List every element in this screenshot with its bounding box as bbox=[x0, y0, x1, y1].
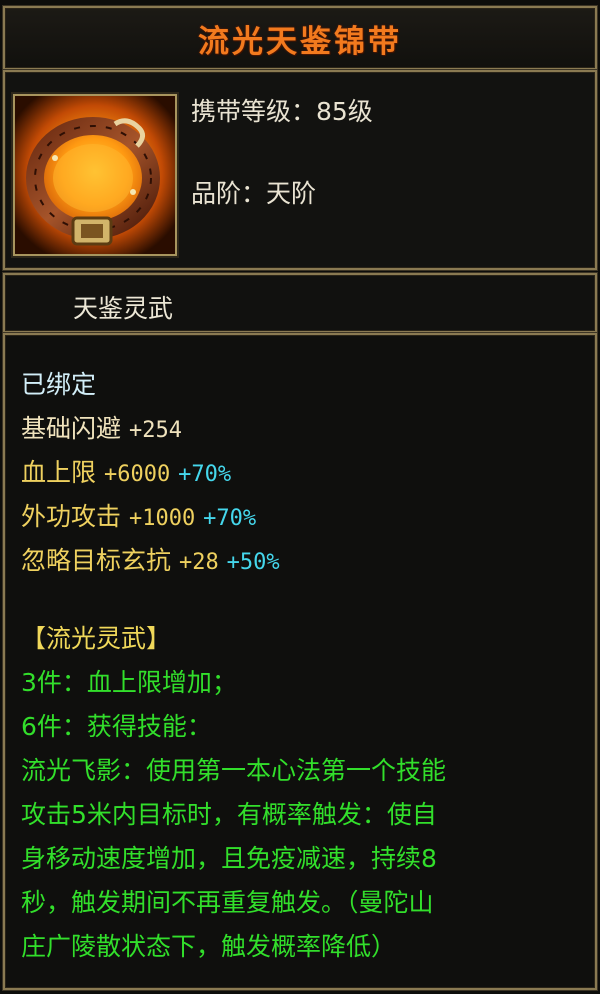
item-tooltip: 流光天鉴锦带 携带等级：85级 品阶：天阶 天鉴灵武 已绑定 基础闪避 +254… bbox=[0, 0, 600, 994]
set-effect-line: 秒，触发期间不再重复触发。（曼陀山 bbox=[21, 888, 434, 917]
bonus-percent: +70% bbox=[203, 506, 257, 531]
bonus-value: +6000 bbox=[103, 462, 171, 487]
bonus-value: +28 bbox=[178, 550, 219, 575]
bonus-percent: +70% bbox=[178, 462, 232, 487]
bonus-label: 外功攻击 bbox=[21, 502, 122, 531]
set-effect-line: 6件：获得技能： bbox=[21, 712, 212, 741]
item-info-panel: 携带等级：85级 品阶：天阶 bbox=[3, 70, 597, 270]
bonus-attribute: 忽略目标玄抗 +28 +50% bbox=[21, 541, 280, 577]
base-attribute-value: +254 bbox=[128, 418, 182, 443]
belt-icon bbox=[13, 94, 177, 256]
bonus-percent: +50% bbox=[226, 550, 280, 575]
attributes-panel: 已绑定 基础闪避 +254 血上限 +6000 +70% 外功攻击 +1000 … bbox=[3, 333, 597, 990]
bonus-label: 忽略目标玄抗 bbox=[21, 546, 172, 575]
base-attribute: 基础闪避 +254 bbox=[21, 409, 182, 445]
item-grade: 品阶：天阶 bbox=[191, 179, 317, 208]
bound-status: 已绑定 bbox=[21, 370, 97, 399]
bonus-value: +1000 bbox=[128, 506, 196, 531]
set-effect-line: 流光飞影：使用第一本心法第一个技能 bbox=[21, 756, 447, 785]
bonus-label: 血上限 bbox=[21, 458, 97, 487]
item-name: 流光天鉴锦带 bbox=[198, 24, 402, 60]
set-effect-line: 身移动速度增加，且免疫减速，持续8 bbox=[21, 844, 437, 873]
set-effect-line: 攻击5米内目标时，有概率触发：使自 bbox=[21, 800, 437, 829]
bonus-attribute: 外功攻击 +1000 +70% bbox=[21, 497, 256, 533]
set-title-row: 天鉴灵武 bbox=[3, 273, 597, 333]
base-attribute-label: 基础闪避 bbox=[21, 414, 122, 443]
set-effect-line: 3件：血上限增加； bbox=[21, 668, 237, 697]
set-effect-line: 庄广陵散状态下，触发概率降低） bbox=[21, 932, 397, 961]
required-level: 携带等级：85级 bbox=[191, 97, 373, 126]
bonus-attribute: 血上限 +6000 +70% bbox=[21, 453, 231, 489]
set-title: 天鉴灵武 bbox=[73, 294, 174, 323]
title-bar: 流光天鉴锦带 bbox=[3, 6, 597, 70]
set-header: 【流光灵武】 bbox=[21, 624, 172, 653]
